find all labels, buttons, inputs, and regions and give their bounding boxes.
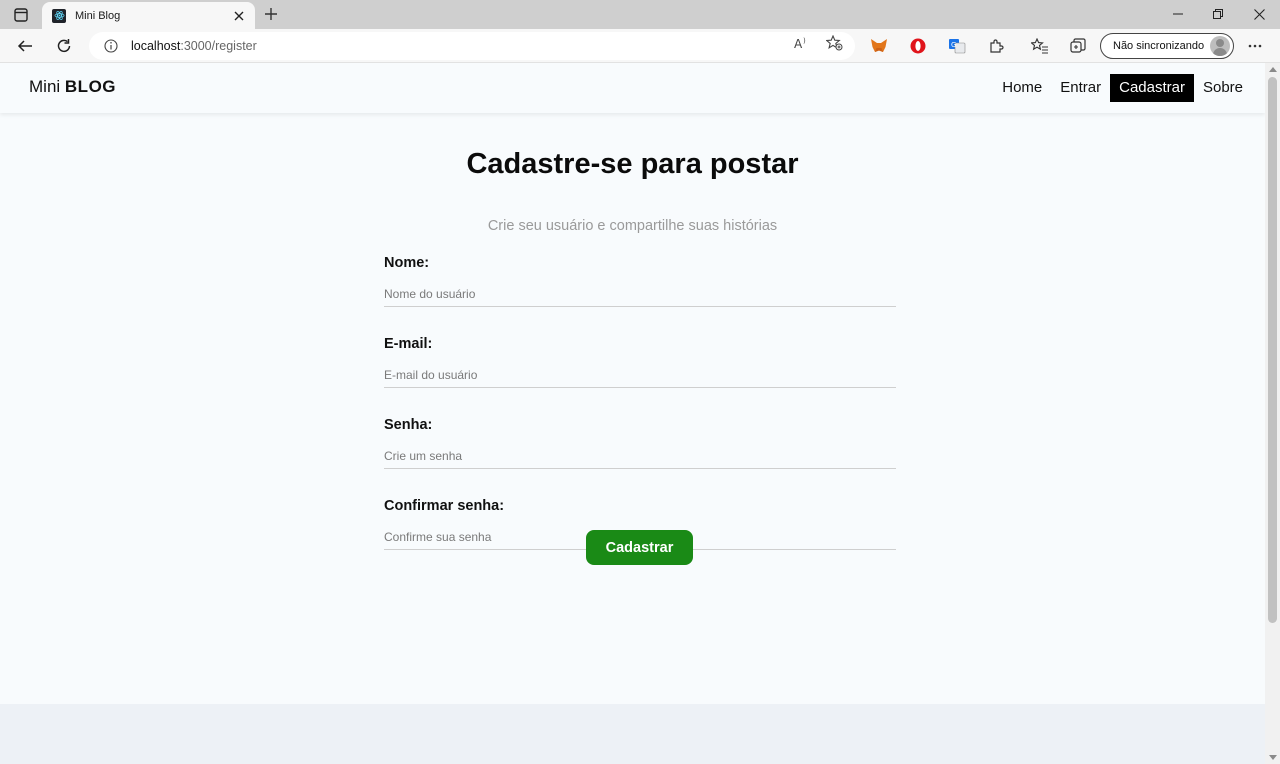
url-host: localhost <box>131 39 181 53</box>
tab-close-icon[interactable] <box>231 8 247 24</box>
confirm-password-label: Confirmar senha: <box>384 498 505 514</box>
url-bar[interactable]: localhost:3000/register <box>89 32 855 60</box>
password-field-group: Senha: <box>384 415 896 492</box>
close-window-icon[interactable] <box>1241 3 1277 25</box>
new-tab-icon[interactable] <box>260 4 282 24</box>
email-label: E-mail: <box>384 336 433 352</box>
scroll-down-arrow-icon[interactable] <box>1269 755 1277 760</box>
browser-address-bar: localhost:3000/register A) G Não sincron… <box>0 29 1280 63</box>
restore-icon[interactable] <box>1200 3 1236 25</box>
metamask-extension-icon[interactable] <box>870 37 888 55</box>
more-options-icon[interactable] <box>1244 35 1266 57</box>
name-field-group: Nome: <box>384 253 896 330</box>
register-content: Cadastre-se para postar Crie seu usuário… <box>0 113 1265 704</box>
read-aloud-icon[interactable]: A) <box>793 35 811 51</box>
brand-logo[interactable]: Mini BLOG <box>29 77 116 97</box>
translate-extension-icon[interactable]: G <box>948 37 966 55</box>
favorites-icon[interactable] <box>1031 37 1049 55</box>
add-favorite-icon[interactable] <box>825 35 843 51</box>
tab-title: Mini Blog <box>75 9 121 22</box>
opera-extension-icon[interactable] <box>909 37 927 55</box>
page-title: Cadastre-se para postar <box>466 148 799 180</box>
password-label: Senha: <box>384 417 433 433</box>
nav-link-home[interactable]: Home <box>993 74 1051 102</box>
register-form: Nome: E-mail: Senha: Confirmar senha: <box>384 249 896 573</box>
nav-links: Home Entrar Cadastrar Sobre <box>993 74 1252 102</box>
site-info-icon[interactable] <box>103 38 119 54</box>
password-input[interactable] <box>384 435 896 469</box>
tab-actions-icon[interactable] <box>8 5 34 25</box>
nav-link-entrar[interactable]: Entrar <box>1051 74 1110 102</box>
page-subtitle: Crie seu usuário e compartilhe suas hist… <box>487 218 778 234</box>
svg-text:A: A <box>794 37 803 50</box>
svg-text:): ) <box>803 37 806 45</box>
brand-bold: BLOG <box>64 77 117 96</box>
url-path: :3000/register <box>180 39 257 53</box>
email-input[interactable] <box>384 354 896 388</box>
extensions-puzzle-icon[interactable] <box>987 37 1005 55</box>
page-scrollbar[interactable] <box>1265 63 1280 764</box>
register-submit-button[interactable]: Cadastrar <box>586 530 693 565</box>
email-field-group: E-mail: <box>384 334 896 411</box>
nav-link-sobre[interactable]: Sobre <box>1194 74 1252 102</box>
site-navbar: Mini BLOG Home Entrar Cadastrar Sobre <box>0 63 1265 113</box>
name-input[interactable] <box>384 273 896 307</box>
sync-status-label: Não sincronizando <box>1113 40 1205 52</box>
svg-text:G: G <box>951 41 956 49</box>
brand-prefix: Mini <box>29 77 61 96</box>
name-label: Nome: <box>384 255 430 271</box>
back-arrow-icon[interactable] <box>13 34 37 58</box>
collections-icon[interactable] <box>1069 37 1087 55</box>
url-text: localhost:3000/register <box>131 39 257 53</box>
browser-tab-bar: Mini Blog <box>0 0 1280 29</box>
page-viewport: Mini BLOG Home Entrar Cadastrar Sobre Ca… <box>0 63 1265 764</box>
scrollbar-thumb[interactable] <box>1268 77 1277 623</box>
minimize-icon[interactable] <box>1160 3 1196 25</box>
nav-link-cadastrar[interactable]: Cadastrar <box>1110 74 1194 102</box>
page-footer <box>0 704 1265 764</box>
profile-avatar-icon <box>1210 36 1230 56</box>
profile-sync-button[interactable]: Não sincronizando <box>1100 33 1234 59</box>
react-favicon-icon <box>52 8 66 23</box>
reload-icon[interactable] <box>52 34 76 58</box>
scroll-up-arrow-icon[interactable] <box>1269 67 1277 72</box>
browser-tab[interactable]: Mini Blog <box>42 2 255 29</box>
